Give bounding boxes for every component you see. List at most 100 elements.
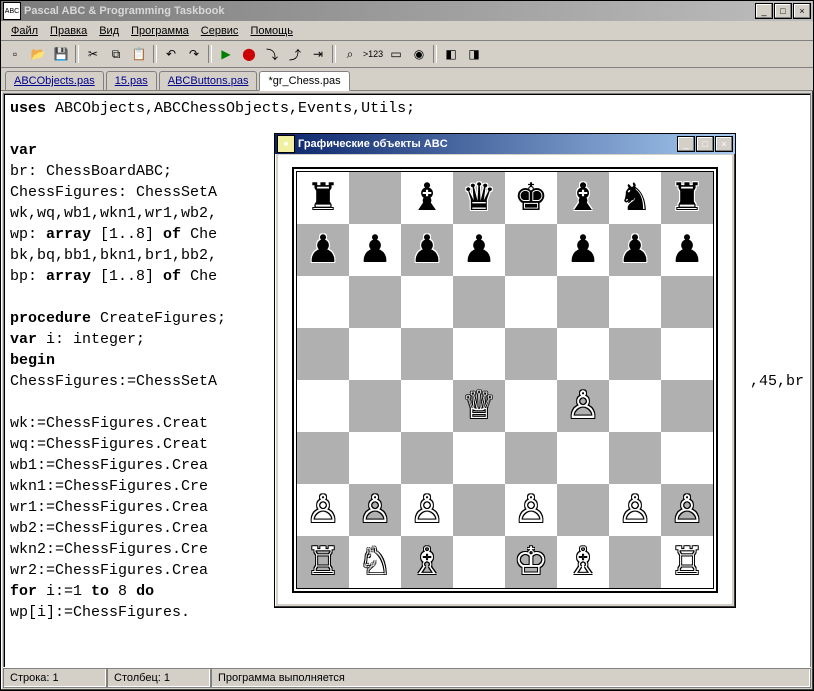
- chess-square: ♙: [401, 484, 453, 536]
- redo-icon[interactable]: ↷: [183, 43, 205, 65]
- menu-edit[interactable]: Правка: [44, 23, 93, 39]
- chess-square: [297, 328, 349, 380]
- chess-square: ♜: [297, 172, 349, 224]
- breakpoint-icon[interactable]: ◉: [408, 43, 430, 65]
- menu-view[interactable]: Вид: [93, 23, 125, 39]
- task-icon[interactable]: ◧: [440, 43, 462, 65]
- code-line: var: [10, 142, 37, 159]
- stop-icon[interactable]: ⬤: [238, 43, 260, 65]
- chess-piece-wp[interactable]: ♙: [670, 491, 704, 529]
- step-icon[interactable]: ⤵: [261, 43, 283, 65]
- menu-service[interactable]: Сервис: [195, 23, 245, 39]
- code-line: wkn1:=ChessFigures.Cre: [10, 478, 208, 495]
- chess-square: ♟: [453, 224, 505, 276]
- chess-piece-wr[interactable]: ♖: [670, 543, 704, 581]
- step-out-icon[interactable]: ⇥: [307, 43, 329, 65]
- chess-piece-bk[interactable]: ♚: [514, 179, 548, 217]
- chess-piece-bp[interactable]: ♟: [618, 231, 652, 269]
- code-line: wr1:=ChessFigures.Crea: [10, 499, 208, 516]
- chess-piece-wp[interactable]: ♙: [566, 387, 600, 425]
- child-app-icon: ■: [277, 135, 295, 153]
- toolbar: ▫ 📂 💾 ✂ ⧉ 📋 ↶ ↷ ▶ ⬤ ⤵ ⤴ ⇥ ⌕ >123 ▭ ◉ ◧ ◨: [1, 41, 813, 68]
- chess-square: [557, 484, 609, 536]
- menu-help[interactable]: Помощь: [244, 23, 299, 39]
- close-button[interactable]: ×: [793, 3, 811, 19]
- chess-piece-wb[interactable]: ♗: [566, 543, 600, 581]
- undo-icon[interactable]: ↶: [160, 43, 182, 65]
- chess-piece-wp[interactable]: ♙: [410, 491, 444, 529]
- chess-piece-bq[interactable]: ♛: [462, 179, 496, 217]
- minimize-button[interactable]: _: [755, 3, 773, 19]
- chess-square: ♝: [401, 172, 453, 224]
- chess-square: ♟: [661, 224, 713, 276]
- paste-icon[interactable]: 📋: [128, 43, 150, 65]
- statusbar: Строка: 1 Столбец: 1 Программа выполняет…: [3, 667, 811, 688]
- chess-piece-wk[interactable]: ♔: [514, 543, 548, 581]
- chess-square: [349, 276, 401, 328]
- chess-piece-br[interactable]: ♜: [670, 179, 704, 217]
- chess-piece-bp[interactable]: ♟: [462, 231, 496, 269]
- copy-icon[interactable]: ⧉: [105, 43, 127, 65]
- chess-square: [453, 328, 505, 380]
- chess-square: [297, 276, 349, 328]
- chess-piece-wq[interactable]: ♕: [462, 387, 496, 425]
- code-line: br: ChessBoardABC;: [10, 163, 172, 180]
- chess-square: [401, 432, 453, 484]
- status-line: Строка: 1: [3, 668, 107, 688]
- chess-piece-bp[interactable]: ♟: [358, 231, 392, 269]
- chess-square: [609, 536, 661, 588]
- save-icon[interactable]: 💾: [50, 43, 72, 65]
- code-line: bk,bq,bb1,bkn1,br1,bb2,: [10, 247, 217, 264]
- tab-abcbuttons[interactable]: ABCButtons.pas: [159, 71, 258, 90]
- chess-square: [349, 172, 401, 224]
- maximize-button[interactable]: □: [774, 3, 792, 19]
- chess-piece-bp[interactable]: ♟: [410, 231, 444, 269]
- tab-abcobjects[interactable]: ABCObjects.pas: [5, 71, 104, 90]
- child-maximize-button[interactable]: □: [696, 136, 714, 152]
- chess-square: ♛: [453, 172, 505, 224]
- var-icon[interactable]: >123: [362, 43, 384, 65]
- tab-15[interactable]: 15.pas: [106, 71, 157, 90]
- result-icon[interactable]: ◨: [463, 43, 485, 65]
- open-icon[interactable]: 📂: [27, 43, 49, 65]
- chess-piece-bb[interactable]: ♝: [410, 179, 444, 217]
- chess-piece-wb[interactable]: ♗: [410, 543, 444, 581]
- chess-piece-wn[interactable]: ♘: [358, 543, 392, 581]
- tab-gr-chess[interactable]: *gr_Chess.pas: [259, 71, 349, 91]
- code-line: begin: [10, 352, 55, 369]
- chess-piece-br[interactable]: ♜: [306, 179, 340, 217]
- chess-piece-bp[interactable]: ♟: [566, 231, 600, 269]
- watch-icon[interactable]: ⌕: [339, 43, 361, 65]
- chess-piece-bn[interactable]: ♞: [618, 179, 652, 217]
- chess-square: [297, 432, 349, 484]
- chess-piece-wp[interactable]: ♙: [514, 491, 548, 529]
- chess-square: [505, 276, 557, 328]
- new-icon[interactable]: ▫: [4, 43, 26, 65]
- chess-piece-bb[interactable]: ♝: [566, 179, 600, 217]
- cut-icon[interactable]: ✂: [82, 43, 104, 65]
- code-line: wb2:=ChessFigures.Crea: [10, 520, 208, 537]
- chess-square: ♟: [401, 224, 453, 276]
- code-line: wkn2:=ChessFigures.Cre: [10, 541, 208, 558]
- chess-square: [557, 276, 609, 328]
- chess-piece-bp[interactable]: ♟: [306, 231, 340, 269]
- chess-piece-wp[interactable]: ♙: [358, 491, 392, 529]
- step-over-icon[interactable]: ⤴: [284, 43, 306, 65]
- child-close-button[interactable]: ×: [715, 136, 733, 152]
- code-line: wk:=ChessFigures.Creat: [10, 415, 208, 432]
- graphics-canvas: ♜ ♝ ♛ ♚ ♝ ♞ ♜ ♟ ♟ ♟ ♟ ♟ ♟ ♟ ♕ ♙ ♙ ♙ ♙ ♙ ♙ ♙ ♖ ♘ ♗ ♔ ♗ ♖: [278, 155, 732, 604]
- window-title: Pascal ABC & Programming Taskbook: [24, 5, 755, 17]
- code-line: ChessFigures: ChessSetA: [10, 184, 217, 201]
- run-icon[interactable]: ▶: [215, 43, 237, 65]
- chess-piece-bp[interactable]: ♟: [670, 231, 704, 269]
- chess-piece-wp[interactable]: ♙: [306, 491, 340, 529]
- trace-icon[interactable]: ▭: [385, 43, 407, 65]
- child-minimize-button[interactable]: _: [677, 136, 695, 152]
- chess-square: ♙: [349, 484, 401, 536]
- menu-file[interactable]: Файл: [5, 23, 44, 39]
- chess-square: ♙: [661, 484, 713, 536]
- menu-program[interactable]: Программа: [125, 23, 195, 39]
- chess-square: [609, 432, 661, 484]
- chess-piece-wp[interactable]: ♙: [618, 491, 652, 529]
- chess-piece-wr[interactable]: ♖: [306, 543, 340, 581]
